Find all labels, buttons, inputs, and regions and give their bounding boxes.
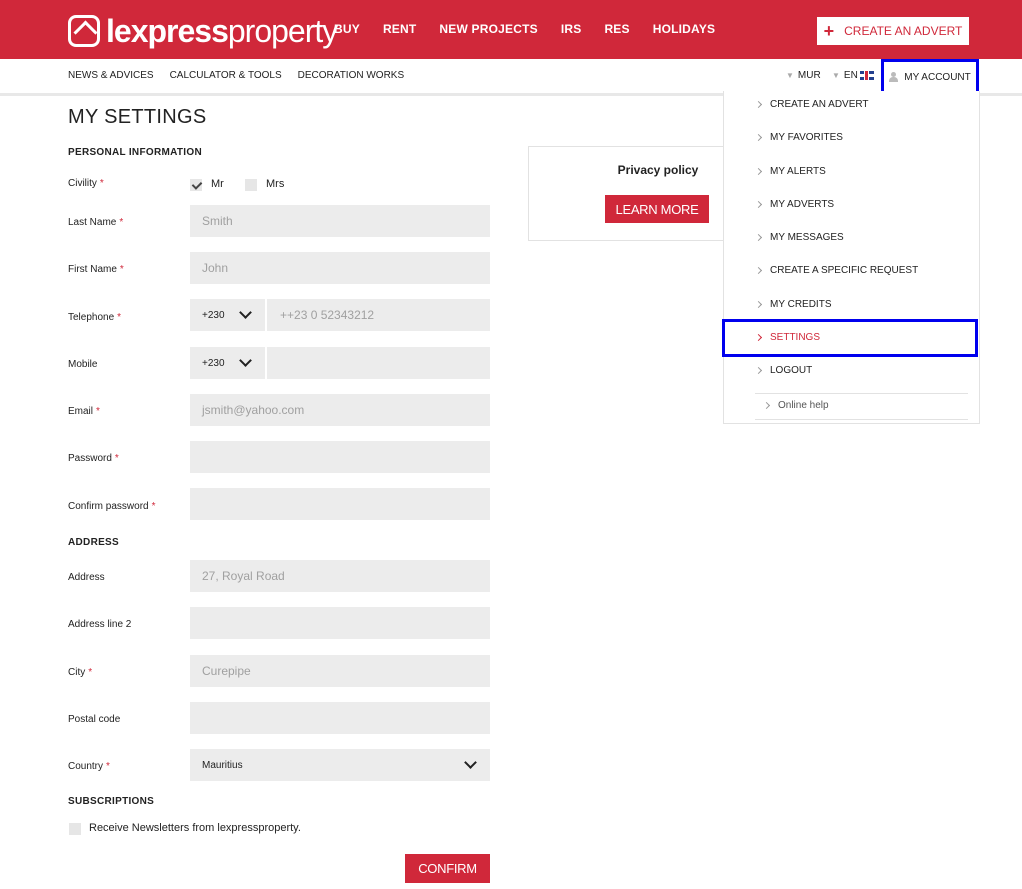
create-advert-button[interactable]: + CREATE AN ADVERT <box>817 17 969 45</box>
uk-flag-icon <box>859 71 874 80</box>
plus-icon: + <box>823 21 835 41</box>
page-title: MY SETTINGS <box>68 106 207 128</box>
logo-wordmark: lexpressproperty <box>106 12 338 49</box>
civility-mrs-checkbox[interactable] <box>245 179 257 191</box>
language-selector[interactable]: ▼ EN <box>832 70 874 81</box>
menu-divider <box>755 393 968 394</box>
nav-res[interactable]: RES <box>604 22 629 36</box>
site-logo[interactable]: lexpressproperty <box>68 12 338 50</box>
postal-code-label: Postal code <box>68 714 121 725</box>
postal-code-input[interactable] <box>190 702 490 734</box>
sub-nav-news[interactable]: NEWS & ADVICES <box>68 70 154 81</box>
caret-down-icon: ▼ <box>832 71 840 80</box>
email-label: Email * <box>68 406 100 417</box>
newsletter-label: Receive Newsletters from lexpresspropert… <box>89 822 301 834</box>
chevron-right-icon <box>754 266 763 275</box>
sub-nav-links: NEWS & ADVICES CALCULATOR & TOOLS DECORA… <box>68 70 420 81</box>
menu-item-my-favorites[interactable]: MY FAVORITES <box>754 132 974 143</box>
nav-rent[interactable]: RENT <box>383 22 416 36</box>
mobile-code-select[interactable]: +230 <box>190 347 265 379</box>
mobile-input[interactable] <box>267 347 490 379</box>
language-label: EN <box>843 70 858 81</box>
chevron-down-icon <box>239 354 252 367</box>
house-logo-icon <box>68 15 100 47</box>
nav-holidays[interactable]: HOLIDAYS <box>653 22 716 36</box>
telephone-label: Telephone * <box>68 312 122 323</box>
main-nav: BUY RENT NEW PROJECTS IRS RES HOLIDAYS <box>334 22 738 36</box>
menu-item-my-adverts[interactable]: MY ADVERTS <box>754 199 974 210</box>
address-line2-label: Address line 2 <box>68 619 132 630</box>
address-label: Address <box>68 572 105 583</box>
chevron-right-icon <box>754 300 763 309</box>
learn-more-button[interactable]: LEARN MORE <box>605 195 709 223</box>
last-name-label: Last Name * <box>68 217 124 228</box>
mobile-label: Mobile <box>68 359 98 370</box>
nav-new-projects[interactable]: NEW PROJECTS <box>439 22 537 36</box>
chevron-right-icon <box>754 100 763 109</box>
privacy-policy-box: Privacy policy LEARN MORE <box>528 146 728 241</box>
chevron-right-icon <box>754 200 763 209</box>
city-label: City * <box>68 667 93 678</box>
my-account-button[interactable]: MY ACCOUNT <box>881 59 979 95</box>
chevron-down-icon <box>464 756 477 769</box>
chevron-right-icon <box>754 167 763 176</box>
newsletter-checkbox[interactable] <box>69 823 81 835</box>
telephone-input[interactable]: ++23 0 52343212 <box>267 299 490 331</box>
account-dropdown-menu: CREATE AN ADVERT MY FAVORITES MY ALERTS … <box>722 91 980 424</box>
user-icon <box>889 72 899 82</box>
civility-label: Civility * <box>68 178 104 189</box>
menu-item-my-messages[interactable]: MY MESSAGES <box>754 232 974 243</box>
caret-down-icon: ▼ <box>786 71 794 80</box>
civility-mr-label: Mr <box>211 178 224 190</box>
top-header: lexpressproperty BUY RENT NEW PROJECTS I… <box>0 0 1022 59</box>
confirm-button[interactable]: CONFIRM <box>405 854 490 883</box>
civility-mrs-label: Mrs <box>266 178 285 190</box>
nav-irs[interactable]: IRS <box>561 22 582 36</box>
menu-item-my-credits[interactable]: MY CREDITS <box>754 299 974 310</box>
country-label: Country * <box>68 761 110 772</box>
address-input[interactable]: 27, Royal Road <box>190 560 490 592</box>
city-input[interactable]: Curepipe <box>190 655 490 687</box>
nav-buy[interactable]: BUY <box>334 22 360 36</box>
chevron-right-icon <box>762 401 771 410</box>
first-name-input[interactable]: John <box>190 252 490 284</box>
password-input[interactable] <box>190 441 490 473</box>
menu-item-create-advert[interactable]: CREATE AN ADVERT <box>754 99 974 110</box>
sub-nav-calculator[interactable]: CALCULATOR & TOOLS <box>170 70 282 81</box>
menu-item-online-help[interactable]: Online help <box>762 400 829 411</box>
country-select[interactable]: Mauritius <box>190 749 490 781</box>
my-account-label: MY ACCOUNT <box>904 71 971 83</box>
menu-item-settings[interactable]: SETTINGS <box>754 332 974 343</box>
email-input[interactable]: jsmith@yahoo.com <box>190 394 490 426</box>
section-address: ADDRESS <box>68 537 119 548</box>
chevron-right-icon <box>754 133 763 142</box>
telephone-code-select[interactable]: +230 <box>190 299 265 331</box>
first-name-label: First Name * <box>68 264 124 275</box>
chevron-down-icon <box>239 306 252 319</box>
address-line2-input[interactable] <box>190 607 490 639</box>
chevron-right-icon <box>754 233 763 242</box>
menu-item-my-alerts[interactable]: MY ALERTS <box>754 166 974 177</box>
chevron-right-icon <box>754 366 763 375</box>
section-personal-information: PERSONAL INFORMATION <box>68 147 202 158</box>
confirm-password-input[interactable] <box>190 488 490 520</box>
menu-divider <box>755 419 968 420</box>
currency-label: MUR <box>797 70 821 81</box>
confirm-password-label: Confirm password * <box>68 501 156 512</box>
currency-selector[interactable]: ▼ MUR <box>786 70 821 81</box>
sub-nav-decoration[interactable]: DECORATION WORKS <box>298 70 404 81</box>
civility-mr-checkbox[interactable] <box>190 179 202 191</box>
menu-item-specific-request[interactable]: CREATE A SPECIFIC REQUEST <box>754 265 974 276</box>
last-name-input[interactable]: Smith <box>190 205 490 237</box>
create-advert-label: CREATE AN ADVERT <box>844 24 963 38</box>
section-subscriptions: SUBSCRIPTIONS <box>68 796 155 807</box>
menu-item-logout[interactable]: LOGOUT <box>754 365 974 376</box>
password-label: Password * <box>68 453 119 464</box>
chevron-right-icon <box>754 333 763 342</box>
